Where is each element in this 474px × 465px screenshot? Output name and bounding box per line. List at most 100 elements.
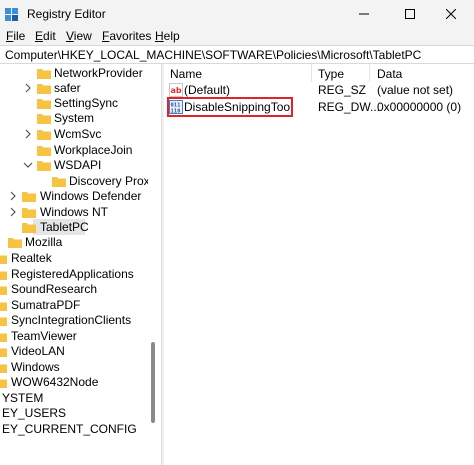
minimize-button[interactable] xyxy=(341,0,387,28)
value-type: REG_DW... xyxy=(318,100,381,114)
tree-item-system[interactable]: System xyxy=(0,110,148,126)
chevron-right-icon[interactable] xyxy=(8,207,18,217)
tree-item-label: WSDAPI xyxy=(54,158,102,172)
column-divider[interactable] xyxy=(311,64,312,82)
folder-icon xyxy=(22,192,36,202)
chevron-right-icon[interactable] xyxy=(23,83,33,93)
chevron-right-icon[interactable] xyxy=(8,191,18,201)
column-divider[interactable] xyxy=(369,64,370,82)
tree-item-label: SyncIntegrationClients xyxy=(11,313,132,327)
menu-help[interactable]: Help xyxy=(155,29,180,43)
tree-item-wcmsvc[interactable]: WcmSvc xyxy=(0,126,148,142)
tree-item-label: Realtek xyxy=(11,251,52,265)
value-name: (Default) xyxy=(184,83,231,97)
folder-open-icon xyxy=(37,161,51,171)
tree-item-settingsync[interactable]: SettingSync xyxy=(0,95,148,111)
tree-item-mozilla[interactable]: Mozilla xyxy=(0,234,148,250)
tree-item-label: Windows Defender xyxy=(40,189,142,203)
key-tree[interactable]: NetworkProvider safer SettingSync System… xyxy=(0,64,160,465)
folder-icon xyxy=(0,333,7,342)
tree-item-wow6432node[interactable]: WOW6432Node xyxy=(0,374,148,390)
folder-icon xyxy=(52,177,66,187)
tree-item-sumatrapdf[interactable]: SumatraPDF xyxy=(0,297,148,313)
menu-view-rest: iew xyxy=(73,29,92,43)
tree-item-videolan[interactable]: VideoLAN xyxy=(0,343,148,359)
tree-item-teamviewer[interactable]: TeamViewer xyxy=(0,328,148,344)
address-bar[interactable]: Computer\HKEY_LOCAL_MACHINE\SOFTWARE\Pol… xyxy=(0,45,474,64)
tree-item-hkey-users[interactable]: EY_USERS xyxy=(0,405,148,421)
folder-icon xyxy=(37,99,51,109)
menu-help-accel: H xyxy=(155,29,164,43)
tree-item-label: SettingSync xyxy=(54,96,119,110)
tree-item-windows[interactable]: Windows xyxy=(0,359,148,375)
menu-bar: File Edit View Favorites Help xyxy=(0,28,474,45)
tree-item-label: Discovery Proxie xyxy=(69,174,160,188)
tree-item-label: TabletPC xyxy=(40,220,89,234)
registry-editor-icon xyxy=(5,8,18,21)
maximize-icon xyxy=(405,9,415,19)
menu-help-rest: elp xyxy=(163,29,180,43)
folder-icon xyxy=(22,223,36,233)
close-button[interactable] xyxy=(428,0,474,28)
folder-icon xyxy=(37,114,51,124)
tree-item-label: Mozilla xyxy=(25,235,63,249)
folder-icon xyxy=(0,255,7,264)
folder-icon xyxy=(0,379,7,388)
tree-item-soundresearch[interactable]: SoundResearch xyxy=(0,281,148,297)
annotation-highlight-box xyxy=(167,97,293,117)
tree-item-wsdapi[interactable]: WSDAPI xyxy=(0,157,148,173)
tree-item-hklm-system[interactable]: YSTEM xyxy=(0,390,148,406)
menu-file-rest: ile xyxy=(13,29,26,43)
tree-item-hkey-current-config[interactable]: EY_CURRENT_CONFIG xyxy=(0,421,148,437)
tree-item-label: SumatraPDF xyxy=(11,298,81,312)
tree-scrollbar-thumb[interactable] xyxy=(151,342,155,423)
tree-item-syncintegrationclients[interactable]: SyncIntegrationClients xyxy=(0,312,148,328)
tree-item-label: EY_CURRENT_CONFIG xyxy=(2,422,137,436)
chevron-right-icon[interactable] xyxy=(23,129,33,139)
tree-item-label: TeamViewer xyxy=(11,329,77,343)
tree-item-label: Windows xyxy=(11,360,60,374)
tree-item-label: WorkplaceJoin xyxy=(54,143,133,157)
menu-favorites[interactable]: Favorites xyxy=(102,29,151,43)
svg-text:ab: ab xyxy=(171,86,182,95)
menu-edit[interactable]: Edit xyxy=(35,29,56,43)
folder-icon xyxy=(0,302,7,311)
tree-item-workplacejoin[interactable]: WorkplaceJoin xyxy=(0,142,148,158)
close-icon xyxy=(446,9,456,19)
tree-item-networkprovider[interactable]: NetworkProvider xyxy=(0,65,148,81)
folder-icon xyxy=(0,271,7,280)
tree-item-label: WcmSvc xyxy=(54,127,102,141)
menu-file[interactable]: File xyxy=(6,29,25,43)
menu-view[interactable]: View xyxy=(66,29,92,43)
folder-icon xyxy=(37,130,51,140)
tree-item-registeredapplications[interactable]: RegisteredApplications xyxy=(0,266,148,282)
tree-item-label: RegisteredApplications xyxy=(11,267,134,281)
tree-item-realtek[interactable]: Realtek xyxy=(0,250,148,266)
address-path: Computer\HKEY_LOCAL_MACHINE\SOFTWARE\Pol… xyxy=(5,48,422,62)
tree-item-discovery-proxies[interactable]: Discovery Proxie xyxy=(0,173,159,189)
value-data: (value not set) xyxy=(377,83,454,97)
menu-favorites-rest: avorites xyxy=(109,29,152,43)
value-data: 0x00000000 (0) xyxy=(377,100,462,114)
value-row-default[interactable]: ab (Default) REG_SZ (value not set) xyxy=(164,82,474,98)
tree-item-tabletpc[interactable]: TabletPC xyxy=(0,219,148,235)
tree-item-safer[interactable]: safer xyxy=(0,80,148,96)
minimize-icon xyxy=(359,13,369,15)
folder-icon xyxy=(0,317,7,326)
menu-edit-accel: E xyxy=(35,29,44,43)
title-bar: Registry Editor xyxy=(0,0,474,28)
maximize-button[interactable] xyxy=(387,0,433,28)
value-type: REG_SZ xyxy=(318,83,367,97)
values-list[interactable]: Name Type Data ab (Default) REG_SZ (valu… xyxy=(164,64,474,465)
chevron-down-icon[interactable] xyxy=(23,160,33,170)
folder-icon xyxy=(37,69,51,79)
folder-icon xyxy=(22,208,36,218)
tree-item-label: EY_USERS xyxy=(2,406,67,420)
tree-item-windows-nt[interactable]: Windows NT xyxy=(0,204,148,220)
tree-item-label: SoundResearch xyxy=(11,282,98,296)
menu-view-accel: V xyxy=(66,29,74,43)
window-title: Registry Editor xyxy=(27,7,106,21)
tree-item-windows-defender[interactable]: Windows Defender xyxy=(0,188,148,204)
tree-item-label: System xyxy=(54,111,95,125)
tree-item-label: WOW6432Node xyxy=(11,375,99,389)
